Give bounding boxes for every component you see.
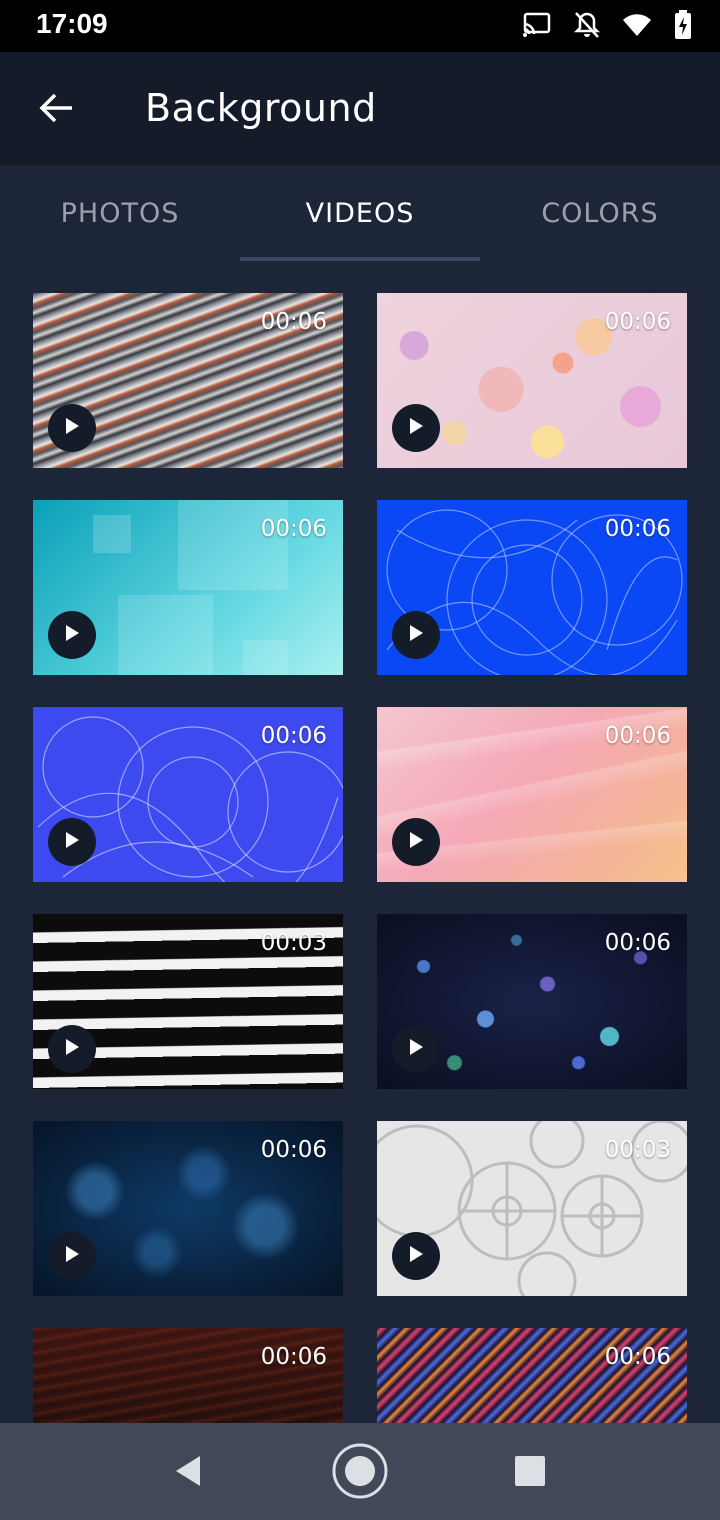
video-card[interactable]: 00:06 xyxy=(377,1328,687,1423)
bell-off-icon xyxy=(573,11,601,43)
play-button[interactable] xyxy=(392,1232,440,1280)
video-duration: 00:06 xyxy=(260,309,327,335)
play-icon xyxy=(63,1244,81,1268)
play-button[interactable] xyxy=(392,1025,440,1073)
play-button[interactable] xyxy=(48,1025,96,1073)
play-icon xyxy=(407,1244,425,1268)
video-grid: 00:06 00:06 00:06 00:06 00:06 00:06 00:0… xyxy=(0,263,720,1423)
back-button[interactable] xyxy=(30,84,82,136)
home-circle-icon xyxy=(331,1442,389,1504)
video-card[interactable]: 00:06 xyxy=(377,293,687,468)
video-card[interactable]: 00:06 xyxy=(377,914,687,1089)
video-duration: 00:06 xyxy=(260,516,327,542)
video-card[interactable]: 00:06 xyxy=(33,500,343,675)
play-icon xyxy=(407,623,425,647)
video-duration: 00:06 xyxy=(604,723,671,749)
play-button[interactable] xyxy=(392,611,440,659)
play-button[interactable] xyxy=(48,611,96,659)
arrow-left-icon xyxy=(38,92,74,128)
nav-home-button[interactable] xyxy=(330,1443,390,1503)
page-title: Background xyxy=(145,86,377,130)
nav-back-button[interactable] xyxy=(158,1443,218,1503)
video-card[interactable]: 00:06 xyxy=(33,1328,343,1423)
thumbnail-neon-streaks xyxy=(377,1328,687,1423)
tab-photos[interactable]: PHOTOS xyxy=(0,165,240,261)
play-button[interactable] xyxy=(392,404,440,452)
video-duration: 00:06 xyxy=(604,930,671,956)
video-duration: 00:06 xyxy=(260,1137,327,1163)
recents-square-icon xyxy=(514,1455,546,1491)
play-icon xyxy=(407,416,425,440)
play-icon xyxy=(63,830,81,854)
status-bar: 17:09 xyxy=(0,0,720,52)
nav-recents-button[interactable] xyxy=(500,1443,560,1503)
video-duration: 00:03 xyxy=(604,1137,671,1163)
video-card[interactable]: 00:06 xyxy=(33,1121,343,1296)
video-duration: 00:03 xyxy=(260,930,327,956)
video-card[interactable]: 00:03 xyxy=(377,1121,687,1296)
video-duration: 00:06 xyxy=(260,723,327,749)
play-icon xyxy=(407,830,425,854)
play-icon xyxy=(63,1037,81,1061)
play-button[interactable] xyxy=(48,818,96,866)
battery-charging-icon xyxy=(674,10,692,44)
play-icon xyxy=(63,416,81,440)
video-card[interactable]: 00:06 xyxy=(33,293,343,468)
tab-colors[interactable]: COLORS xyxy=(480,165,720,261)
cast-icon xyxy=(522,12,552,42)
status-time: 17:09 xyxy=(36,8,108,39)
video-card[interactable]: 00:03 xyxy=(33,914,343,1089)
thumbnail-red-waves xyxy=(33,1328,343,1423)
video-duration: 00:06 xyxy=(260,1344,327,1370)
back-triangle-icon xyxy=(172,1454,204,1492)
video-card[interactable]: 00:06 xyxy=(377,500,687,675)
wifi-icon xyxy=(622,13,652,41)
play-button[interactable] xyxy=(48,404,96,452)
navigation-bar xyxy=(0,1423,720,1520)
tab-videos[interactable]: VIDEOS xyxy=(240,165,480,261)
video-duration: 00:06 xyxy=(604,309,671,335)
play-icon xyxy=(407,1037,425,1061)
tab-indicator xyxy=(240,257,480,261)
video-card[interactable]: 00:06 xyxy=(33,707,343,882)
tab-bar: PHOTOS VIDEOS COLORS xyxy=(0,165,720,263)
video-duration: 00:06 xyxy=(604,1344,671,1370)
play-button[interactable] xyxy=(392,818,440,866)
app-bar: Background xyxy=(0,52,720,165)
play-icon xyxy=(63,623,81,647)
video-duration: 00:06 xyxy=(604,516,671,542)
video-card[interactable]: 00:06 xyxy=(377,707,687,882)
play-button[interactable] xyxy=(48,1232,96,1280)
